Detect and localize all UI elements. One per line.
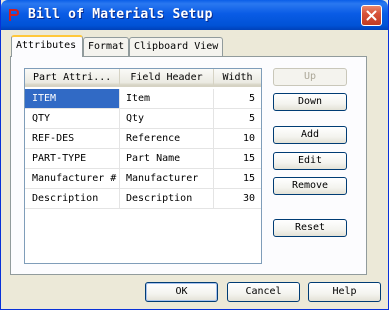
- attributes-list[interactable]: Part Attri... Field Header Width ITEM It…: [24, 68, 262, 264]
- title-bar[interactable]: Bill of Materials Setup: [1, 0, 388, 30]
- cell-width: 15: [214, 169, 261, 189]
- cell-attribute: Description: [25, 189, 120, 209]
- table-row[interactable]: Manufacturer # Manufacturer 15: [25, 169, 261, 189]
- dialog-window: Bill of Materials Setup Attributes Forma…: [0, 0, 389, 310]
- cell-width: 30: [214, 189, 261, 209]
- tab-attributes[interactable]: Attributes: [11, 35, 83, 57]
- window-title: Bill of Materials Setup: [28, 7, 213, 22]
- help-button[interactable]: Help: [308, 282, 381, 302]
- table-row[interactable]: PART-TYPE Part Name 15: [25, 149, 261, 169]
- cell-width: 5: [214, 89, 261, 109]
- close-button[interactable]: [361, 5, 382, 26]
- table-row[interactable]: ITEM Item 5: [25, 89, 261, 109]
- down-button[interactable]: Down: [273, 93, 347, 111]
- column-header-part-attribute[interactable]: Part Attri...: [25, 69, 120, 86]
- cell-field-header: Manufacturer: [120, 169, 214, 189]
- cell-attribute: REF-DES: [25, 129, 120, 149]
- reset-button[interactable]: Reset: [273, 219, 347, 237]
- tab-label: Attributes: [16, 40, 77, 51]
- close-icon: [366, 10, 377, 21]
- table-row[interactable]: Description Description 30: [25, 189, 261, 209]
- remove-button[interactable]: Remove: [273, 177, 347, 195]
- column-header-width[interactable]: Width: [214, 69, 261, 86]
- cell-attribute: QTY: [25, 109, 120, 129]
- ok-button[interactable]: OK: [145, 282, 218, 302]
- table-row[interactable]: REF-DES Reference 10: [25, 129, 261, 149]
- tab-clipboard-view[interactable]: Clipboard View: [129, 37, 223, 56]
- tab-format[interactable]: Format: [83, 37, 129, 56]
- up-button[interactable]: Up: [273, 68, 347, 86]
- tab-label: Clipboard View: [134, 41, 219, 52]
- cell-field-header: Qty: [120, 109, 214, 129]
- cell-attribute: Manufacturer #: [25, 169, 120, 189]
- cell-field-header: Reference: [120, 129, 214, 149]
- app-icon: [9, 9, 20, 21]
- tab-label: Format: [88, 41, 125, 52]
- cell-width: 10: [214, 129, 261, 149]
- edit-button[interactable]: Edit: [273, 152, 347, 170]
- cell-width: 15: [214, 149, 261, 169]
- add-button[interactable]: Add: [273, 126, 347, 144]
- cell-field-header: Description: [120, 189, 214, 209]
- cell-field-header: Item: [120, 89, 214, 109]
- cell-attribute: ITEM: [25, 89, 120, 109]
- column-header-field-header[interactable]: Field Header: [120, 69, 214, 86]
- cell-width: 5: [214, 109, 261, 129]
- cell-field-header: Part Name: [120, 149, 214, 169]
- cell-attribute: PART-TYPE: [25, 149, 120, 169]
- cancel-button[interactable]: Cancel: [227, 282, 300, 302]
- table-row[interactable]: QTY Qty 5: [25, 109, 261, 129]
- list-header: Part Attri... Field Header Width: [25, 69, 261, 87]
